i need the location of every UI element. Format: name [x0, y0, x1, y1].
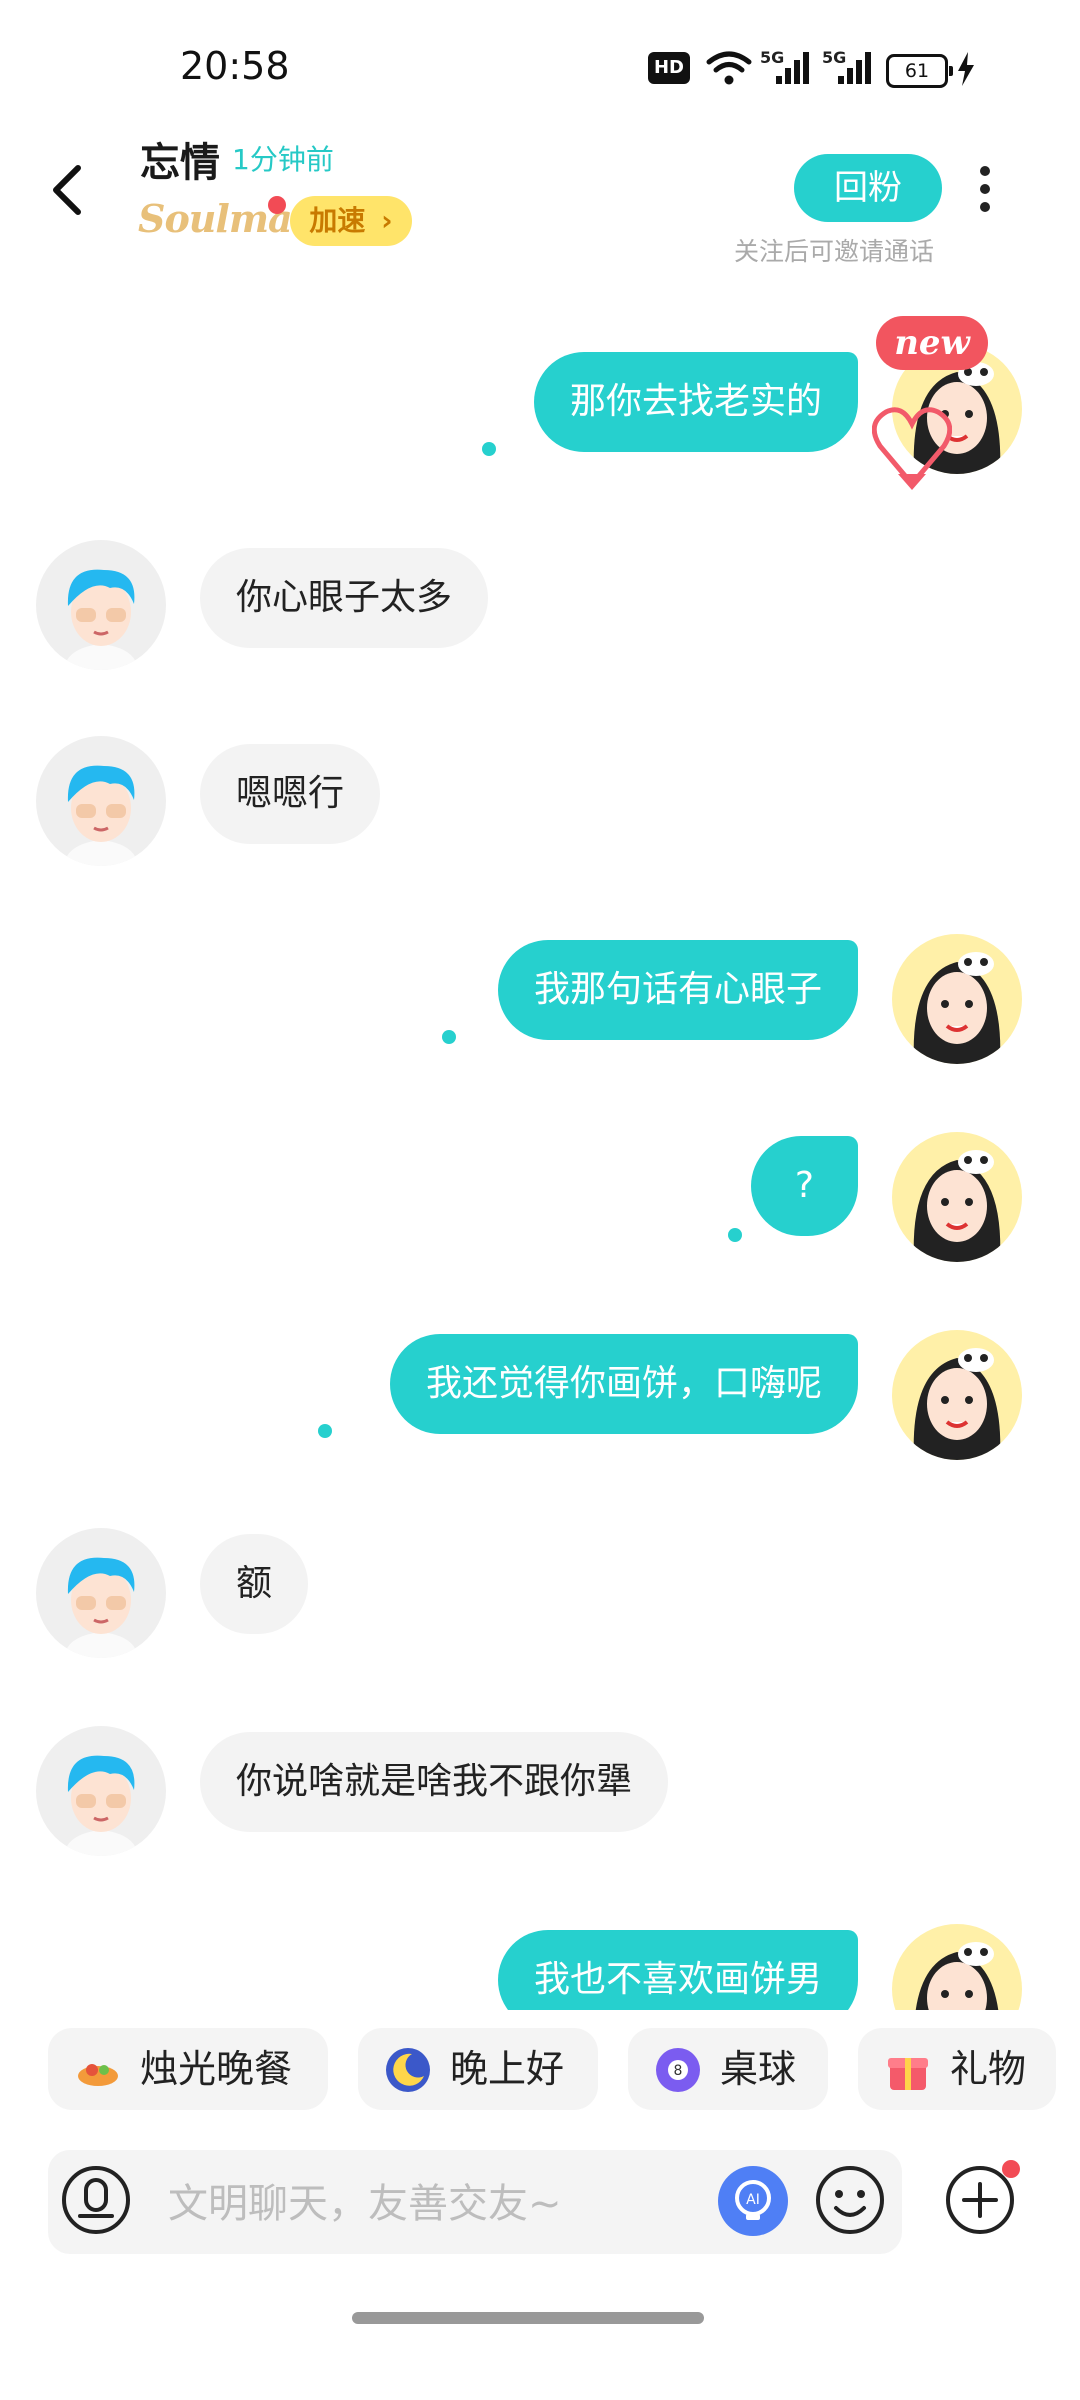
billiard-ball-icon: 8	[656, 2048, 700, 2092]
incoming-message-bubble[interactable]: 你说啥就是啥我不跟你犟	[200, 1732, 669, 1832]
moon-night-icon	[386, 2048, 430, 2092]
candlelight-dinner-icon	[78, 2064, 118, 2086]
emoji-button[interactable]	[814, 2164, 886, 2236]
home-indicator[interactable]	[352, 2312, 704, 2324]
follow-back-button[interactable]: 回粉	[794, 154, 942, 222]
quick-chip-billiards[interactable]: 8 桌球	[628, 2028, 828, 2110]
more-dots-icon	[980, 166, 990, 176]
follow-hint-text: 关注后可邀请通话	[734, 237, 935, 266]
my-avatar[interactable]	[892, 934, 1022, 1064]
more-options-button[interactable]	[970, 160, 1000, 220]
new-badge: new	[876, 316, 988, 370]
sent-indicator	[318, 1424, 332, 1438]
back-button[interactable]	[40, 150, 100, 230]
ai-assistant-button[interactable]: AI	[718, 2166, 788, 2236]
ai-bulb-icon: AI	[735, 2180, 771, 2220]
quick-chip-good-evening[interactable]: 晚上好	[358, 2028, 598, 2110]
notification-dot	[268, 196, 286, 214]
wifi-icon	[706, 51, 752, 85]
outgoing-message-bubble[interactable]: ?	[750, 1136, 858, 1236]
outgoing-message-bubble[interactable]: 我也不喜欢画饼男	[497, 1930, 858, 2010]
my-avatar[interactable]	[892, 1924, 1022, 2010]
hd-voice-icon: HD	[648, 52, 690, 84]
heart-frame-icon	[872, 407, 952, 490]
chip-label: 烛光晚餐	[140, 2047, 293, 2091]
battery-icon: 61	[886, 54, 953, 88]
my-avatar[interactable]	[892, 1330, 1022, 1460]
chip-label: 晚上好	[450, 2047, 565, 2091]
quick-chip-gift[interactable]: 礼物	[858, 2028, 1056, 2110]
contact-avatar[interactable]	[36, 736, 166, 866]
quick-chip-candlelight-dinner[interactable]: 烛光晚餐	[48, 2028, 328, 2110]
speedup-button[interactable]: 加速 ›	[290, 196, 412, 246]
contact-avatar[interactable]	[36, 540, 166, 670]
outgoing-message-bubble[interactable]: 我还觉得你画饼，口嗨呢	[389, 1334, 858, 1434]
contact-name: 忘情	[140, 140, 220, 186]
notification-dot	[1002, 2160, 1020, 2178]
sent-indicator	[442, 1030, 456, 1044]
chat-clip: 我也不喜欢画饼男	[0, 1900, 1080, 2010]
incoming-message-bubble[interactable]: 额	[200, 1534, 309, 1634]
sent-indicator	[728, 1228, 742, 1242]
outgoing-message-bubble[interactable]: 我那句话有心眼子	[497, 940, 858, 1040]
incoming-message-bubble[interactable]: 嗯嗯行	[200, 744, 381, 844]
chip-label: 桌球	[720, 2047, 797, 2091]
my-avatar[interactable]	[892, 1132, 1022, 1262]
svg-text:8: 8	[674, 2063, 683, 2079]
svg-text:AI: AI	[746, 2192, 760, 2208]
voice-input-button[interactable]	[60, 2164, 132, 2236]
charging-icon	[958, 52, 974, 86]
gift-icon	[888, 2058, 928, 2090]
contact-avatar[interactable]	[36, 1726, 166, 1856]
status-time: 20:58	[180, 44, 290, 88]
last-active-time: 1分钟前	[232, 143, 334, 176]
contact-avatar[interactable]	[36, 1528, 166, 1658]
speedup-label: 加速	[309, 204, 366, 237]
incoming-message-bubble[interactable]: 你心眼子太多	[200, 548, 489, 648]
chip-label: 礼物	[950, 2047, 1027, 2091]
message-input[interactable]	[166, 2168, 690, 2240]
sent-indicator	[482, 442, 496, 456]
chevron-right-icon: ›	[381, 204, 393, 237]
outgoing-message-bubble[interactable]: 那你去找老实的	[533, 352, 858, 452]
